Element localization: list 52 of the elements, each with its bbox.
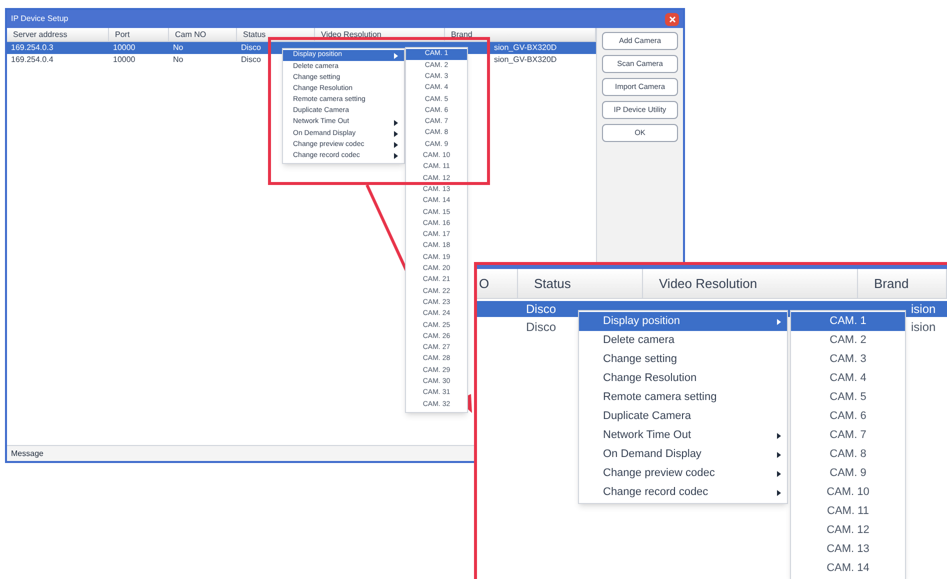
- menu-item[interactable]: Change preview codec: [579, 464, 787, 483]
- menu-item[interactable]: CAM. 14: [791, 559, 905, 578]
- table-cell[interactable]: Disco: [477, 319, 578, 335]
- menu-item[interactable]: Duplicate Camera: [579, 407, 787, 426]
- menu-item[interactable]: CAM. 5: [791, 388, 905, 407]
- column-header[interactable]: Server address: [7, 28, 109, 41]
- menu-item[interactable]: CAM. 2: [791, 331, 905, 350]
- menu-item[interactable]: Display position: [579, 312, 787, 331]
- close-button[interactable]: [665, 12, 679, 26]
- column-header[interactable]: Brand: [858, 269, 947, 298]
- menu-item[interactable]: CAM. 4: [791, 369, 905, 388]
- table-cell[interactable]: ision: [906, 301, 947, 317]
- table-cell[interactable]: 10000: [109, 42, 169, 54]
- table-cell[interactable]: 169.254.0.3: [7, 42, 109, 54]
- menu-item[interactable]: CAM. 7: [791, 426, 905, 445]
- menu-item[interactable]: Change Resolution: [579, 369, 787, 388]
- column-header[interactable]: Brand: [445, 28, 596, 41]
- menu-item[interactable]: CAM. 9: [791, 464, 905, 483]
- menu-item[interactable]: CAM. 3: [791, 350, 905, 369]
- menu-item[interactable]: Network Time Out: [579, 426, 787, 445]
- menu-item[interactable]: CAM. 13: [791, 540, 905, 559]
- column-header[interactable]: Status: [518, 269, 643, 298]
- column-header[interactable]: Status: [237, 28, 315, 41]
- menu-item[interactable]: CAM. 1: [791, 312, 905, 331]
- menu-item[interactable]: Remote camera setting: [579, 388, 787, 407]
- table-cell[interactable]: No: [169, 42, 237, 54]
- column-header[interactable]: Video Resolution: [315, 28, 445, 41]
- table-cell[interactable]: ision: [906, 319, 947, 335]
- column-header[interactable]: Cam NO: [169, 28, 237, 41]
- menu-item[interactable]: CAM. 8: [791, 445, 905, 464]
- menu-item[interactable]: On Demand Display: [579, 445, 787, 464]
- table-cell[interactable]: Disco: [237, 42, 282, 54]
- table-cell[interactable]: sion_GV-BX320D: [468, 42, 596, 54]
- column-header[interactable]: Port: [109, 28, 169, 41]
- menu-item[interactable]: Change record codec: [579, 483, 787, 502]
- menu-item[interactable]: CAM. 10: [791, 483, 905, 502]
- table-cell[interactable]: 169.254.0.4: [7, 54, 109, 66]
- table-cell[interactable]: Disco: [477, 301, 578, 317]
- menu-item[interactable]: CAM. 11: [791, 502, 905, 521]
- close-icon: [668, 16, 676, 22]
- menu-item[interactable]: Delete camera: [579, 331, 787, 350]
- menu-item[interactable]: Change setting: [579, 350, 787, 369]
- column-header[interactable]: Video Resolution: [643, 269, 858, 298]
- menu-item[interactable]: CAM. 6: [791, 407, 905, 426]
- table-cell[interactable]: Disco: [237, 54, 282, 66]
- menu-item[interactable]: CAM. 12: [791, 521, 905, 540]
- table-cell[interactable]: 10000: [109, 54, 169, 66]
- table-cell[interactable]: No: [169, 54, 237, 66]
- table-cell[interactable]: sion_GV-BX320D: [468, 54, 596, 66]
- window-title: IP Device Setup: [11, 13, 68, 25]
- message-label: Message: [11, 448, 44, 460]
- column-header[interactable]: O: [477, 269, 518, 298]
